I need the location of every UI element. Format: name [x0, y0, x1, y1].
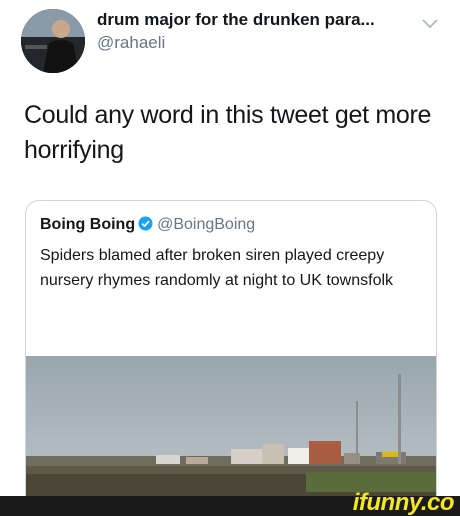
quoted-display-name[interactable]: Boing Boing [40, 216, 135, 233]
chevron-down-icon[interactable] [421, 18, 439, 30]
quoted-tweet-text: Spiders blamed after broken siren played… [40, 247, 394, 289]
quoted-handle[interactable]: @BoingBoing [157, 216, 255, 233]
tweet-text: Could any word in this tweet get more ho… [24, 101, 432, 164]
display-name[interactable]: drum major for the drunken para... [97, 10, 375, 30]
quoted-tweet-card[interactable]: Boing Boing @BoingBoing Spiders blamed a… [25, 200, 437, 516]
user-handle[interactable]: @rahaeli [97, 33, 165, 53]
avatar[interactable] [21, 9, 85, 73]
verified-badge-icon [138, 216, 153, 231]
quoted-tweet-header: Boing Boing @BoingBoing [40, 216, 255, 234]
tweet-header: drum major for the drunken para... @raha… [0, 0, 460, 80]
ifunny-watermark: ifunny.co [352, 489, 455, 516]
